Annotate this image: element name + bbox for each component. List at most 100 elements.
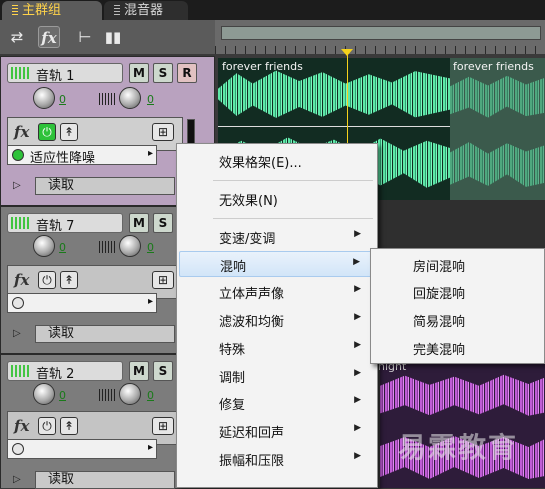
menu-item-amplitude-compression[interactable]: 振幅和压限 ▶ (179, 446, 375, 472)
effect-slot[interactable]: 适应性降噪 ▸ (7, 145, 157, 166)
pre-post-icon[interactable]: ↟ (60, 123, 78, 141)
dropdown-arrow-icon[interactable]: ▸ (148, 296, 153, 307)
pre-post-icon[interactable]: ↟ (60, 417, 78, 435)
volume-value[interactable]: 0 (59, 389, 66, 402)
menu-item-effects-rack[interactable]: 效果格架(E)... (179, 148, 375, 174)
expand-triangle-icon[interactable]: ▷ (13, 328, 21, 339)
pre-post-icon[interactable]: ↟ (60, 271, 78, 289)
submenu-item-convolution-reverb[interactable]: 回旋混响 (373, 279, 543, 305)
track-name-field[interactable]: 音轨 2 (7, 361, 123, 382)
record-button[interactable]: R (177, 63, 197, 83)
pan-value[interactable]: 0 (147, 389, 154, 402)
submenu-arrow-icon: ▶ (354, 423, 361, 433)
dropdown-arrow-icon[interactable]: ▸ (148, 442, 153, 453)
grip-icon (12, 3, 18, 15)
menu-item-label: 无效果(N) (219, 194, 278, 209)
swap-arrows-icon[interactable]: ⇄ (6, 26, 28, 48)
automation-mode-select[interactable]: 读取 (35, 325, 175, 343)
zoom-navigator[interactable] (221, 26, 541, 40)
clip-night[interactable]: night 易霖教育 (378, 358, 545, 488)
tab-mixer[interactable]: 混音器 (104, 1, 188, 20)
pan-bars-icon (99, 241, 115, 253)
power-icon[interactable]: ⏻ (38, 123, 56, 141)
menu-item-label: 振幅和压限 (219, 454, 285, 469)
submenu-item-studio-reverb[interactable]: 完美混响 (373, 335, 543, 361)
waveform-icon (11, 365, 31, 377)
volume-value[interactable]: 0 (59, 93, 66, 106)
dropdown-arrow-icon[interactable]: ▸ (148, 148, 153, 159)
submenu-item-simple-reverb[interactable]: 简易混响 (373, 307, 543, 333)
eq-bars-icon[interactable]: ▮▮ (102, 26, 124, 48)
menu-item-restoration[interactable]: 修复 ▶ (179, 390, 375, 416)
volume-value[interactable]: 0 (59, 241, 66, 254)
tab-label: 主群组 (22, 3, 62, 18)
waveform-left (380, 374, 545, 416)
submenu-arrow-icon: ▶ (354, 229, 361, 239)
mute-button[interactable]: M (129, 213, 149, 233)
menu-item-label: 完美混响 (413, 343, 466, 358)
mute-button[interactable]: M (129, 361, 149, 381)
menu-separator (213, 218, 373, 219)
menu-item-reverb[interactable]: 混响 ▶ (179, 251, 375, 277)
menu-item-modulation[interactable]: 调制 ▶ (179, 363, 375, 389)
submenu-arrow-icon: ▶ (354, 312, 361, 322)
power-icon[interactable]: ⏻ (38, 417, 56, 435)
fx-toolbar-button[interactable]: fx (38, 26, 60, 48)
submenu-arrow-icon: ▶ (353, 257, 360, 267)
automation-row: ▷ 读取 (7, 325, 175, 343)
volume-knob[interactable] (33, 383, 55, 405)
rack-insert-icon[interactable]: ⊞ (152, 123, 174, 141)
tab-bar: 主群组 混音器 (0, 0, 545, 20)
menu-item-label: 滤波和均衡 (219, 315, 285, 330)
pan-knob[interactable] (119, 235, 141, 257)
submenu-arrow-icon: ▶ (354, 451, 361, 461)
effect-slot[interactable]: ▸ (7, 439, 157, 459)
timeline-ruler[interactable] (215, 20, 545, 54)
track-name: 音轨 7 (36, 219, 75, 234)
menu-item-label: 效果格架(E)... (219, 156, 302, 171)
track-name-field[interactable]: 音轨 7 (7, 213, 123, 234)
solo-button[interactable]: S (153, 361, 173, 381)
effect-power-icon[interactable] (12, 297, 24, 309)
effect-power-icon[interactable] (12, 443, 24, 455)
submenu-item-room-reverb[interactable]: 房间混响 (373, 252, 543, 278)
solo-button[interactable]: S (153, 213, 173, 233)
clip-label: forever friends (222, 60, 303, 73)
volume-knob[interactable] (33, 235, 55, 257)
waveform-left (450, 75, 545, 118)
menu-item-label: 变速/变调 (219, 232, 276, 247)
menu-item-time-pitch[interactable]: 变速/变调 ▶ (179, 224, 375, 250)
track-name-field[interactable]: 音轨 1 (7, 63, 123, 84)
menu-item-stereo-imagery[interactable]: 立体声声像 ▶ (179, 279, 375, 305)
solo-button[interactable]: S (153, 63, 173, 83)
pan-value[interactable]: 0 (147, 241, 154, 254)
automation-mode-select[interactable]: 读取 (35, 471, 175, 489)
expand-triangle-icon[interactable]: ▷ (13, 474, 21, 485)
send-routing-icon[interactable]: ⊢ (74, 26, 96, 48)
watermark-text: 易霖教育 (398, 431, 519, 464)
pan-value[interactable]: 0 (147, 93, 154, 106)
menu-item-label: 混响 (220, 260, 247, 275)
reverb-submenu: 房间混响 回旋混响 简易混响 完美混响 (370, 248, 545, 364)
expand-triangle-icon[interactable]: ▷ (13, 180, 21, 191)
pan-bars-icon (99, 93, 115, 105)
menu-separator (213, 180, 373, 181)
clip-forever-friends-2[interactable]: forever friends (450, 58, 545, 200)
volume-envelope[interactable] (218, 126, 450, 127)
mute-button[interactable]: M (129, 63, 149, 83)
effect-power-icon[interactable] (12, 149, 24, 161)
pan-knob[interactable] (119, 383, 141, 405)
rack-insert-icon[interactable]: ⊞ (152, 271, 174, 289)
rack-insert-icon[interactable]: ⊞ (152, 417, 174, 435)
volume-knob[interactable] (33, 87, 55, 109)
automation-mode-select[interactable]: 读取 (35, 177, 175, 195)
menu-item-filter-eq[interactable]: 滤波和均衡 ▶ (179, 307, 375, 333)
effect-slot[interactable]: ▸ (7, 293, 157, 313)
menu-item-special[interactable]: 特殊 ▶ (179, 335, 375, 361)
tab-main-group[interactable]: 主群组 (2, 1, 102, 20)
pan-knob[interactable] (119, 87, 141, 109)
menu-item-delay-echo[interactable]: 延迟和回声 ▶ (179, 418, 375, 444)
menu-item-no-effect[interactable]: 无效果(N) (179, 186, 375, 212)
power-icon[interactable]: ⏻ (38, 271, 56, 289)
menu-item-label: 回旋混响 (413, 287, 466, 302)
